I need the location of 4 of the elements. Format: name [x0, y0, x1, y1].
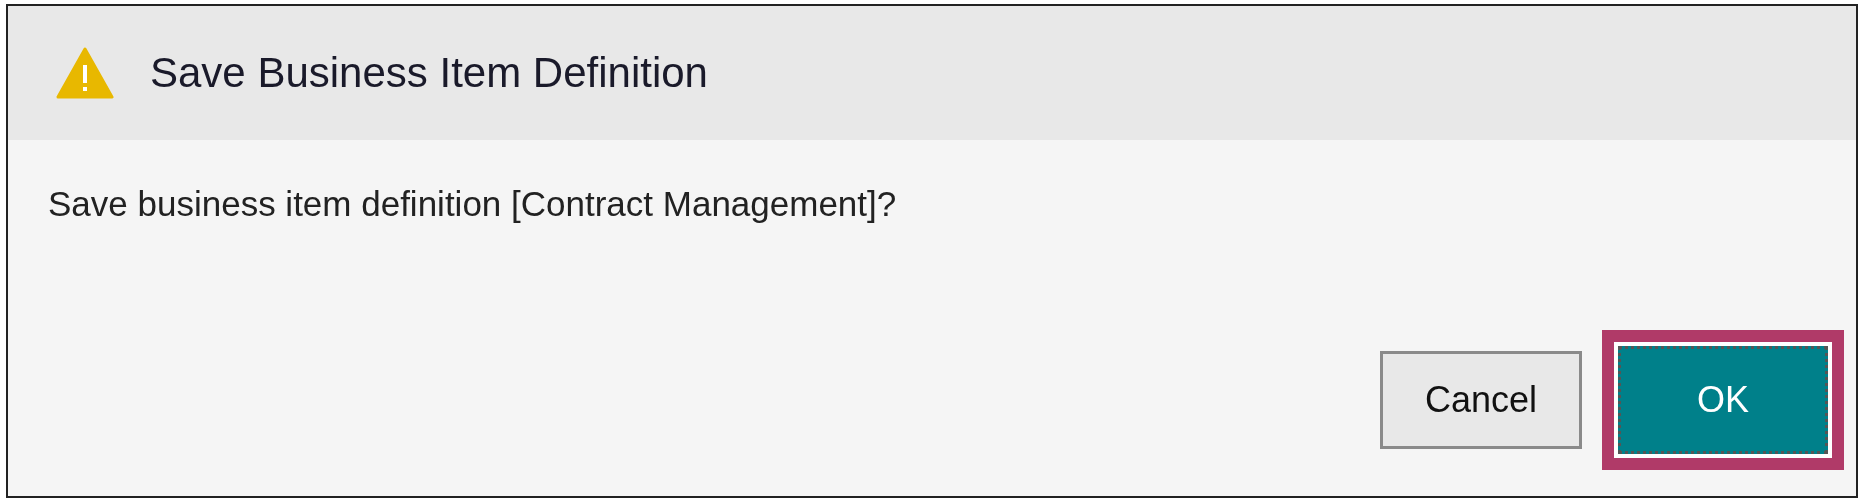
- ok-button[interactable]: OK: [1602, 330, 1844, 470]
- dialog-message: Save business item definition [Contract Management]?: [47, 183, 898, 224]
- dialog-title: Save Business Item Definition: [150, 49, 708, 97]
- warning-icon: [56, 47, 114, 99]
